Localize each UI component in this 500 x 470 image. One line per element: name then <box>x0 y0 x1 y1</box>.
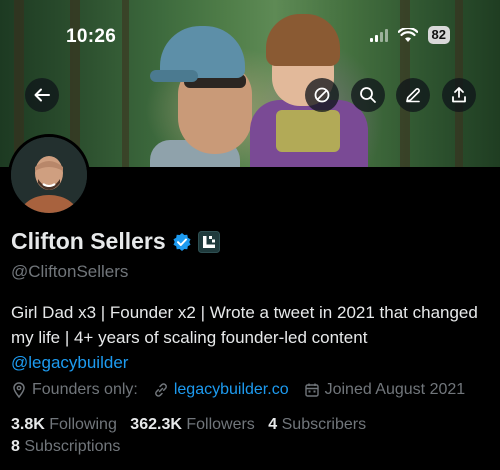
bio: Girl Dad x3 | Founder x2 | Wrote a tweet… <box>11 303 478 347</box>
following-count: 3.8K <box>11 416 45 433</box>
calendar-icon <box>304 383 319 397</box>
joined-text: Joined August 2021 <box>324 381 466 398</box>
back-arrow-icon <box>34 88 50 102</box>
status-time: 10:26 <box>66 26 117 47</box>
location: Founders only: <box>11 381 138 399</box>
subscribers-label: Subscribers <box>281 416 367 433</box>
block-button[interactable] <box>305 78 339 112</box>
subscriptions-label: Subscriptions <box>24 438 121 455</box>
profile-stats: 3.8K Following 362.3K Followers 4 Subscr… <box>11 414 491 458</box>
joined-date: Joined August 2021 <box>304 381 466 399</box>
edit-button[interactable] <box>396 78 430 112</box>
followers-stat[interactable]: 362.3K Followers <box>130 416 255 433</box>
website-link[interactable]: legacybuilder.co <box>174 381 289 399</box>
handle: @CliftonSellers <box>11 262 129 281</box>
following-label: Following <box>49 416 117 433</box>
verified-badge-icon[interactable] <box>172 232 192 252</box>
followers-count: 362.3K <box>130 416 182 433</box>
following-stat[interactable]: 3.8K Following <box>11 416 117 433</box>
no-entry-icon <box>314 87 330 103</box>
search-button[interactable] <box>351 78 385 112</box>
share-icon <box>452 87 466 103</box>
avatar-photo <box>11 137 87 213</box>
profile-meta: Founders only: legacybuilder.co Joined A… <box>11 381 480 399</box>
affiliate-badge-icon[interactable] <box>197 230 220 253</box>
display-name: Clifton Sellers <box>11 228 166 254</box>
subscriptions-count: 8 <box>11 438 20 455</box>
edit-pencil-icon <box>406 88 420 103</box>
name-row: Clifton Sellers <box>11 228 220 255</box>
subscriptions-stat[interactable]: 8 Subscriptions <box>11 438 120 455</box>
signal-icon <box>369 28 388 42</box>
battery-icon: 82 <box>427 26 450 44</box>
avatar[interactable] <box>8 134 90 216</box>
back-button[interactable] <box>25 78 59 112</box>
wifi-icon <box>397 27 418 42</box>
search-icon <box>360 87 376 103</box>
website[interactable]: legacybuilder.co <box>153 381 289 399</box>
share-button[interactable] <box>442 78 476 112</box>
location-text: Founders only: <box>32 381 138 398</box>
link-icon <box>154 383 167 397</box>
location-pin-icon <box>13 382 25 398</box>
subscribers-count: 4 <box>268 416 278 433</box>
bio-mention-link[interactable]: @legacybuilder <box>11 350 128 375</box>
followers-label: Followers <box>186 416 255 433</box>
subscribers-stat[interactable]: 4 Subscribers <box>268 416 366 433</box>
status-icons: 82 <box>369 26 450 44</box>
